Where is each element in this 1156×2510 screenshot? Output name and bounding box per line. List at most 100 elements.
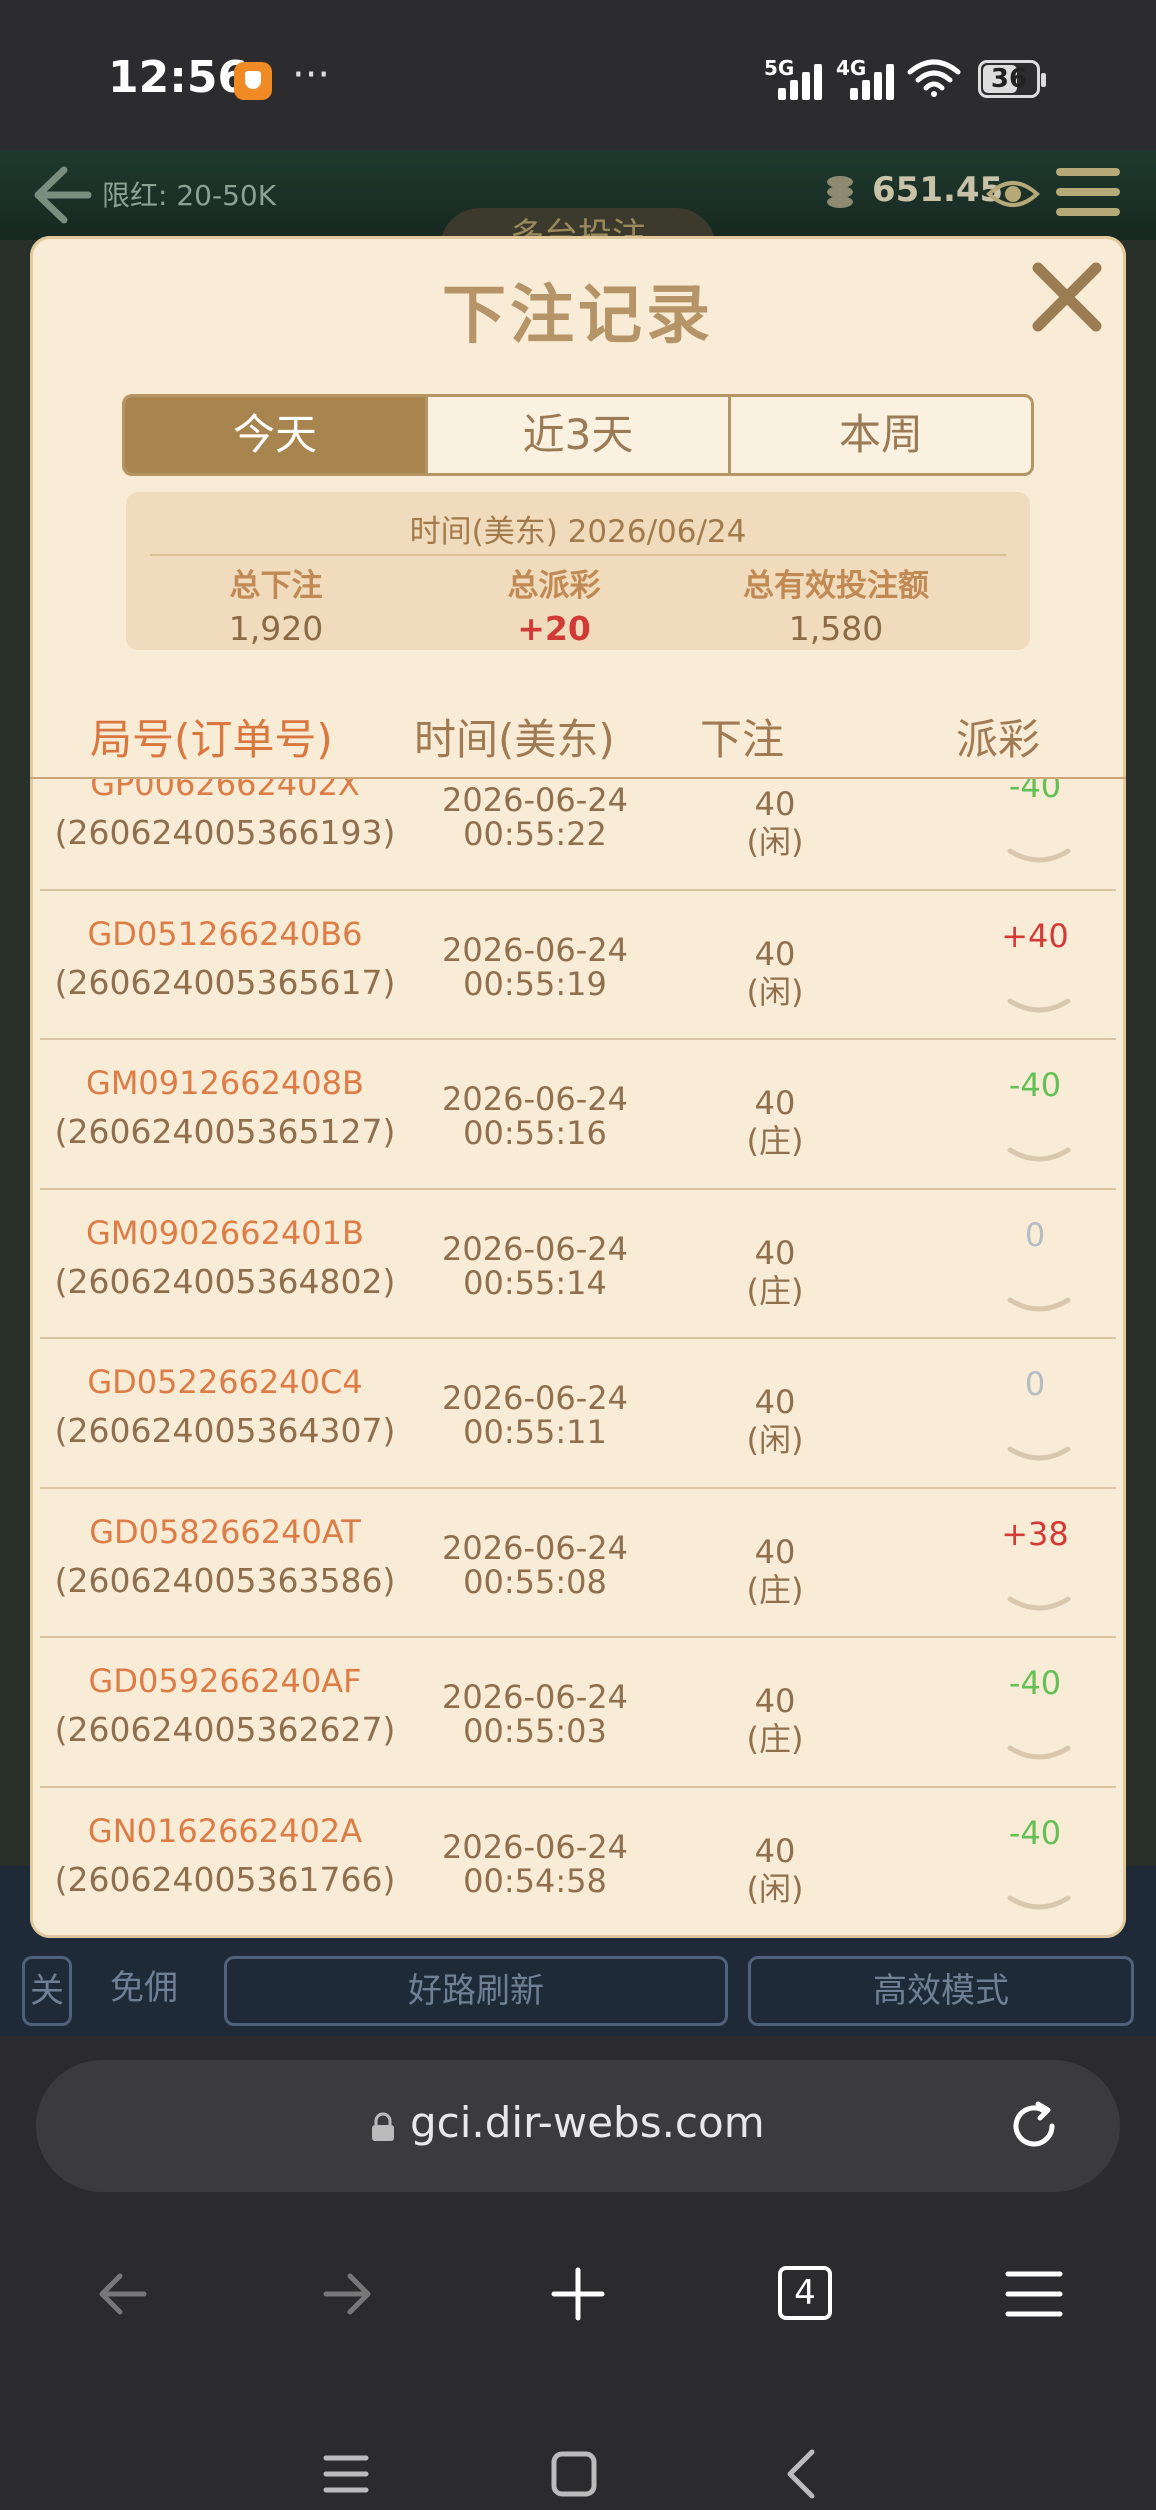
order-number: (260624005364802) bbox=[54, 1261, 396, 1301]
record-row[interactable]: GM0912662408B (260624005365127) 2026-06-… bbox=[40, 1040, 1116, 1190]
payout-value: -40 bbox=[1008, 1813, 1062, 1852]
game-menu-icon[interactable] bbox=[1056, 168, 1120, 220]
payout-value: -40 bbox=[1008, 779, 1062, 805]
record-row[interactable]: GD052266240C4 (260624005364307) 2026-06-… bbox=[40, 1339, 1116, 1489]
record-row[interactable]: GM0902662401B (260624005364802) 2026-06-… bbox=[40, 1190, 1116, 1339]
efficient-mode-button[interactable]: 高效模式 bbox=[748, 1956, 1134, 2026]
record-time: 00:55:14 bbox=[463, 1263, 607, 1302]
chevron-down-icon[interactable] bbox=[1006, 1593, 1072, 1619]
order-number: (260624005363586) bbox=[54, 1560, 396, 1600]
url-text: gci.dir-webs.com bbox=[410, 2098, 765, 2147]
record-date: 2026-06-24 bbox=[442, 1229, 628, 1268]
chevron-down-icon[interactable] bbox=[1006, 995, 1072, 1021]
chevron-down-icon[interactable] bbox=[1006, 1443, 1072, 1469]
round-code: GM0902662401B bbox=[86, 1213, 364, 1252]
reload-icon[interactable] bbox=[1004, 2096, 1064, 2156]
chevron-down-icon[interactable] bbox=[1006, 1742, 1072, 1768]
forward-icon[interactable] bbox=[318, 2264, 378, 2324]
payout-value: +40 bbox=[1001, 916, 1069, 955]
record-row[interactable]: GD059266240AF (260624005362627) 2026-06-… bbox=[40, 1638, 1116, 1788]
close-icon[interactable] bbox=[1028, 258, 1106, 336]
tab-this-week[interactable]: 本周 bbox=[731, 397, 1031, 473]
column-header-time: 时间(美东) bbox=[414, 715, 615, 764]
total-bet-value: 1,920 bbox=[228, 609, 324, 648]
round-code: GD052266240C4 bbox=[87, 1363, 363, 1401]
column-header-bet: 下注 bbox=[700, 715, 785, 764]
back-arrow-icon[interactable] bbox=[28, 164, 92, 226]
record-date: 2026-06-24 bbox=[442, 1678, 628, 1716]
bet-side: (闲) bbox=[746, 972, 804, 1011]
records-list-inner: GP0062662402X (260624005366193) 2026-06-… bbox=[40, 779, 1116, 1937]
record-row[interactable]: GP0062662402X (260624005366193) 2026-06-… bbox=[40, 779, 1116, 891]
summary-divider bbox=[150, 554, 1006, 556]
bet-limit-label: 限红: 20-50K bbox=[102, 179, 277, 212]
records-list[interactable]: GP0062662402X (260624005366193) 2026-06-… bbox=[40, 779, 1116, 1938]
record-date: 2026-06-24 bbox=[442, 781, 628, 819]
round-code: GP0062662402X bbox=[90, 779, 360, 803]
shield-app-icon bbox=[234, 62, 272, 100]
eye-icon[interactable] bbox=[986, 174, 1040, 214]
summary-date: 时间(美东) 2026/06/24 bbox=[409, 514, 747, 550]
total-valid-label: 总有效投注额 bbox=[743, 568, 929, 604]
record-time: 00:55:03 bbox=[463, 1712, 607, 1750]
system-recents-icon[interactable] bbox=[318, 2446, 374, 2502]
system-back-icon[interactable] bbox=[776, 2446, 832, 2502]
total-payout-value: +20 bbox=[517, 609, 591, 648]
commission-free-label: 免佣 bbox=[110, 1968, 178, 2008]
back-icon[interactable] bbox=[92, 2264, 152, 2324]
record-date: 2026-06-24 bbox=[442, 1379, 628, 1417]
column-header-payout: 派彩 bbox=[956, 715, 1041, 764]
record-row[interactable]: GD058266240AT (260624005363586) 2026-06-… bbox=[40, 1489, 1116, 1638]
payout-value: -40 bbox=[1008, 1664, 1062, 1702]
game-header: 限红: 20-50K 651.45 多台投注 bbox=[0, 150, 1156, 256]
column-header-round: 局号(订单号) bbox=[90, 715, 333, 764]
order-number: (260624005365617) bbox=[54, 962, 396, 1002]
status-time: 12:56 bbox=[108, 52, 249, 103]
record-date: 2026-06-24 bbox=[442, 1528, 628, 1567]
browser-bar: gci.dir-webs.com 4 bbox=[0, 2036, 1156, 2510]
tab-switcher-button[interactable]: 4 bbox=[778, 2266, 832, 2320]
bet-side: (庄) bbox=[746, 1720, 804, 1758]
new-tab-icon[interactable] bbox=[548, 2264, 608, 2324]
more-notifications-icon: ··· bbox=[292, 52, 331, 98]
chevron-down-icon[interactable] bbox=[1006, 845, 1072, 871]
total-payout-label: 总派彩 bbox=[507, 568, 601, 604]
tab-last-3-days[interactable]: 近3天 bbox=[428, 397, 731, 473]
record-date: 2026-06-24 bbox=[442, 1827, 628, 1866]
order-number: (260624005366193) bbox=[54, 813, 396, 852]
record-time: 00:55:08 bbox=[463, 1562, 607, 1601]
chevron-down-icon[interactable] bbox=[1006, 1294, 1072, 1320]
battery-level: 36 bbox=[990, 64, 1028, 94]
record-row[interactable]: GD051266240B6 (260624005365617) 2026-06-… bbox=[40, 891, 1116, 1040]
total-valid-stat: 总有效投注额 1,580 bbox=[686, 560, 986, 648]
chevron-down-icon[interactable] bbox=[1006, 1144, 1072, 1170]
tab-today[interactable]: 今天 bbox=[125, 397, 428, 473]
bet-side: (庄) bbox=[746, 1570, 804, 1609]
total-bet-label: 总下注 bbox=[229, 568, 323, 604]
total-bet-stat: 总下注 1,920 bbox=[126, 560, 426, 648]
chevron-down-icon[interactable] bbox=[1006, 1892, 1072, 1918]
record-time: 00:55:16 bbox=[463, 1114, 607, 1152]
browser-menu-icon[interactable] bbox=[1004, 2264, 1064, 2324]
signal-4g-label: 4G bbox=[836, 56, 867, 80]
battery-icon: 36 bbox=[978, 60, 1046, 98]
record-date: 2026-06-24 bbox=[442, 1080, 628, 1118]
toggle-off-button[interactable]: 关 bbox=[22, 1956, 72, 2026]
round-code: GM0912662408B bbox=[86, 1064, 364, 1102]
record-time: 00:55:11 bbox=[463, 1413, 607, 1451]
record-date: 2026-06-24 bbox=[442, 930, 628, 969]
total-payout-stat: 总派彩 +20 bbox=[404, 560, 704, 648]
table-header: 局号(订单号) 时间(美东) 下注 派彩 bbox=[30, 706, 1126, 768]
round-code: GD051266240B6 bbox=[87, 914, 363, 953]
system-home-icon[interactable] bbox=[546, 2446, 602, 2502]
signal-5g-label: 5G bbox=[764, 56, 795, 80]
payout-value: -40 bbox=[1008, 1066, 1062, 1104]
address-bar[interactable]: gci.dir-webs.com bbox=[36, 2060, 1120, 2192]
round-code: GD058266240AT bbox=[89, 1512, 361, 1551]
record-time: 00:54:58 bbox=[463, 1861, 607, 1900]
total-valid-value: 1,580 bbox=[788, 609, 884, 648]
status-bar: 12:56 ··· 5G 4G 36 bbox=[0, 0, 1156, 150]
refresh-roads-button[interactable]: 好路刷新 bbox=[224, 1956, 728, 2026]
record-row[interactable]: GN0162662402A (260624005361766) 2026-06-… bbox=[40, 1788, 1116, 1937]
record-time: 00:55:19 bbox=[463, 964, 607, 1003]
